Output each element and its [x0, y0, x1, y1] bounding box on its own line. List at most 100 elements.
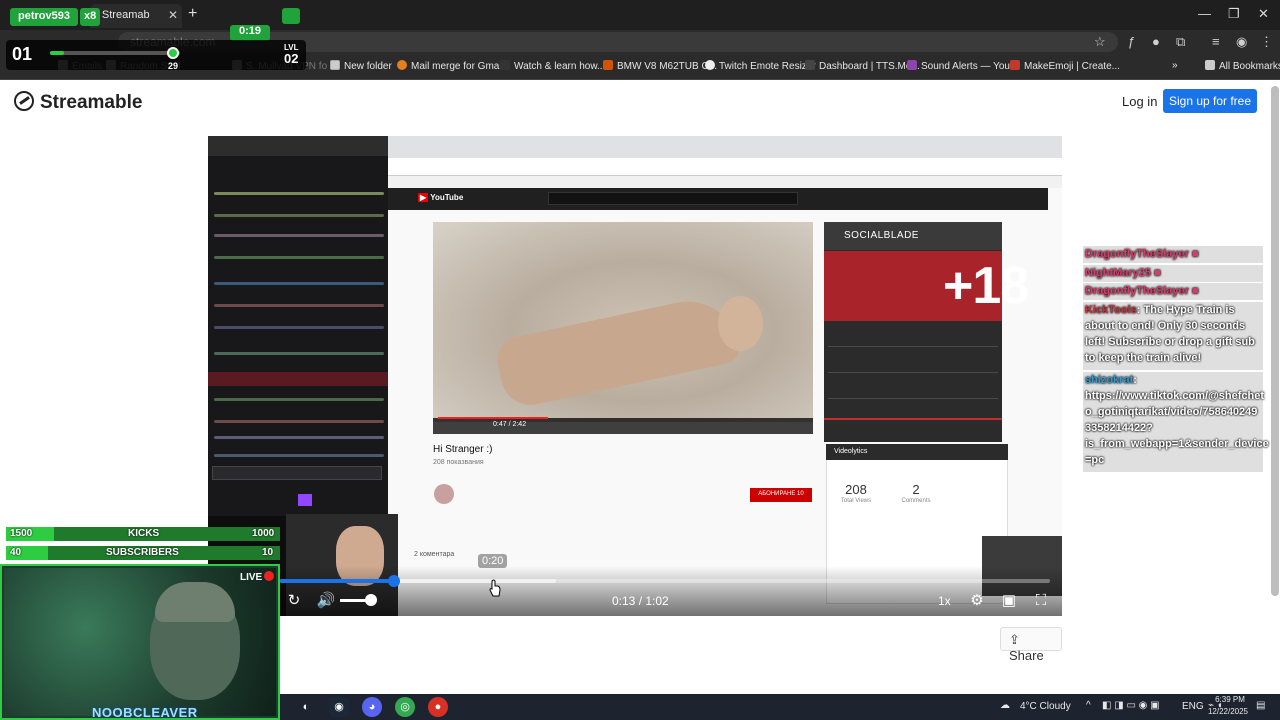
video-yt-avatar	[434, 484, 454, 504]
cursor-icon	[489, 579, 501, 597]
page-scrollbar[interactable]	[1271, 86, 1279, 596]
chat-username: shizokrat	[1085, 374, 1134, 386]
video-chat-line	[214, 214, 384, 217]
kicks-current: 1500	[10, 528, 33, 539]
weather-text[interactable]: 4°C Cloudy	[1020, 701, 1071, 712]
streamable-logo[interactable]: Streamable	[14, 91, 142, 114]
browser-tab[interactable]: | Streamab ✕	[90, 4, 182, 28]
new-tab-icon[interactable]: +	[188, 5, 197, 23]
video-chat-line	[214, 436, 384, 439]
video-chat-send	[298, 494, 312, 506]
more-icon[interactable]: ⋮	[1260, 34, 1273, 50]
weather-icon: ☁	[1000, 700, 1010, 711]
streamable-logo-icon	[14, 91, 34, 111]
overlay-multiplier: x8	[80, 8, 101, 26]
bookmark-item[interactable]: New folder	[330, 60, 392, 72]
taskbar-app-icon[interactable]: ◐	[296, 697, 316, 717]
share-button[interactable]: ⇪ Share	[1000, 627, 1062, 663]
video-browser-bookmarks	[388, 176, 1062, 188]
player-progress	[280, 579, 394, 583]
bookmark-item[interactable]: Dashboard | TTS.Mo...	[805, 60, 920, 72]
settings-gear-icon[interactable]: ⚙	[966, 590, 988, 612]
tray-overflow-icon[interactable]: ^	[1086, 700, 1091, 711]
extension-icon[interactable]: ƒ	[1128, 34, 1135, 49]
restore-icon[interactable]: ❐	[1228, 6, 1240, 22]
chat-username: KickTools	[1085, 304, 1137, 316]
bookmark-item[interactable]: Sound Alerts — You...	[907, 60, 1018, 72]
menu-icon[interactable]: ≡	[1212, 34, 1220, 49]
video-yt-progress	[438, 417, 548, 419]
video-chat-line	[214, 352, 384, 355]
playback-speed-button[interactable]: 1x	[938, 594, 951, 608]
signup-button[interactable]: Sign up for free	[1163, 89, 1257, 113]
video-comments: 2	[912, 482, 920, 497]
video-yt-controls	[433, 418, 813, 434]
bookmark-label: Mail merge for Gma...	[411, 61, 508, 72]
steam-icon[interactable]: ◉	[329, 697, 349, 717]
extension-icon[interactable]: ●	[1152, 34, 1160, 49]
bookmark-label: Watch & learn how...	[514, 61, 606, 72]
chat-text: https://www.tiktok.com/@shefchet o_gotin…	[1085, 390, 1269, 466]
bookmark-label: New folder	[344, 61, 392, 72]
bookmark-item[interactable]: MakeEmoji | Create...	[1010, 60, 1120, 72]
player-seek-knob[interactable]	[388, 575, 400, 587]
overlay-timer: 0:19	[230, 25, 270, 41]
video-chat-line	[214, 234, 384, 237]
puzzle-icon[interactable]: ⧉	[1176, 34, 1185, 50]
live-badge: LIVE	[240, 571, 275, 583]
video-chat-line	[214, 398, 384, 401]
volume-icon[interactable]: 🔊	[315, 590, 337, 612]
video-yt-subscribe: АБОНИРАНЕ 10	[750, 488, 812, 502]
picture-in-picture-icon[interactable]: ▣	[998, 590, 1020, 612]
video-chat-line	[214, 454, 384, 457]
login-link[interactable]: Log in	[1122, 94, 1157, 109]
language-indicator[interactable]: ENG	[1182, 701, 1204, 712]
video-sb-divider	[828, 398, 998, 399]
tab-close-icon[interactable]: ✕	[168, 8, 178, 22]
bookmarks-overflow-icon[interactable]: »	[1172, 60, 1178, 71]
clock-time[interactable]: 6:39 PM	[1208, 695, 1252, 704]
bookmark-star-icon[interactable]: ☆	[1094, 34, 1106, 50]
kicks-goal: 1000	[252, 528, 275, 539]
video-videolytics-title: Videolytics	[826, 444, 1008, 460]
bookmark-item[interactable]: Twitch Emote Resizer	[705, 60, 816, 72]
subs-goal: 10	[262, 547, 274, 558]
minimize-icon[interactable]: —	[1198, 6, 1211, 21]
tray-icons[interactable]: ◧ ◨ ▭ ◉ ▣	[1102, 700, 1160, 711]
volume-knob[interactable]	[365, 594, 377, 606]
video-sb-divider	[828, 346, 998, 347]
video-socialblade-title: SOCIALBLADE	[824, 222, 1002, 250]
player-time: 0:13 / 1:02	[612, 594, 669, 608]
bookmark-item[interactable]: Watch & learn how...	[500, 60, 605, 72]
fullscreen-icon[interactable]: ⛶	[1030, 590, 1052, 612]
all-bookmarks[interactable]: All Bookmarks	[1205, 60, 1280, 72]
overlay-progress-track	[50, 51, 180, 55]
profile-icon[interactable]: ◉	[1236, 34, 1247, 50]
video-yt-logo: ▶ YouTube	[418, 193, 464, 202]
video-plus18-overlay: +18	[943, 257, 1029, 315]
chrome-icon[interactable]: ◎	[395, 697, 415, 717]
close-window-icon[interactable]: ✕	[1258, 6, 1269, 22]
bookmark-item[interactable]: Mail merge for Gma...	[397, 60, 508, 72]
video-sb-buttons	[824, 418, 1002, 438]
discord-icon[interactable]: ◕	[362, 697, 382, 717]
chat-message: KickTools: The Hype Train is about to en…	[1085, 304, 1255, 364]
video-yt-search	[548, 192, 798, 205]
recorder-icon[interactable]: ●	[428, 697, 448, 717]
video-yt-comment-count: 2 коментара	[414, 551, 455, 558]
video-chat-line	[214, 192, 384, 195]
notifications-icon[interactable]: ▤	[1256, 700, 1265, 711]
video-chat-input	[212, 466, 382, 480]
video-player[interactable]: ▶ YouTube 0:47 / 2:42 Hi Stranger :) 208…	[208, 136, 1062, 616]
bookmark-item[interactable]: BMW V8 M62TUB C...	[603, 60, 717, 72]
chat-message: DragonflyTheSlayer ■	[1085, 248, 1199, 260]
bookmark-label: Sound Alerts — You...	[921, 61, 1019, 72]
live-dot-icon	[264, 571, 275, 581]
replay-icon[interactable]: ↻	[283, 590, 305, 612]
streamer-name: NOOBCLEAVER	[92, 705, 198, 720]
player-hover-time: 0:20	[478, 554, 508, 568]
chat-message: shizokrat: https://www.tiktok.com/@shefc…	[1085, 374, 1269, 466]
clock-date[interactable]: 12/22/2025	[1204, 707, 1252, 716]
tab-title: | Streamab	[96, 9, 150, 21]
video-browser-tabs	[388, 136, 1062, 158]
